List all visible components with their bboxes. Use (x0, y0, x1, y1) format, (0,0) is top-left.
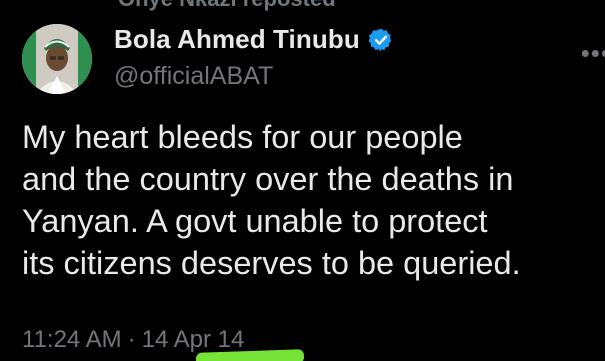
author-avatar[interactable] (22, 24, 92, 94)
verified-badge-icon[interactable] (368, 27, 394, 53)
ellipsis-icon[interactable]: ••• (581, 38, 605, 69)
profile-photo (22, 24, 92, 94)
tweet-date[interactable]: 14 Apr 14 (142, 326, 245, 353)
author-handle[interactable]: @officialABAT (114, 62, 273, 91)
author-name-row[interactable]: Bola Ahmed Tinubu (114, 24, 394, 55)
tweet-time[interactable]: 11:24 AM (22, 326, 122, 353)
tweet-timestamp[interactable]: 11:24 AM · 14 Apr 14 (22, 326, 244, 354)
author-display-name[interactable]: Bola Ahmed Tinubu (114, 24, 360, 55)
tweet-text: My heart bleeds for our people and the c… (22, 119, 521, 281)
meta-separator: · (127, 326, 136, 353)
repost-label[interactable]: Onye Nkazi reposted (118, 0, 336, 12)
